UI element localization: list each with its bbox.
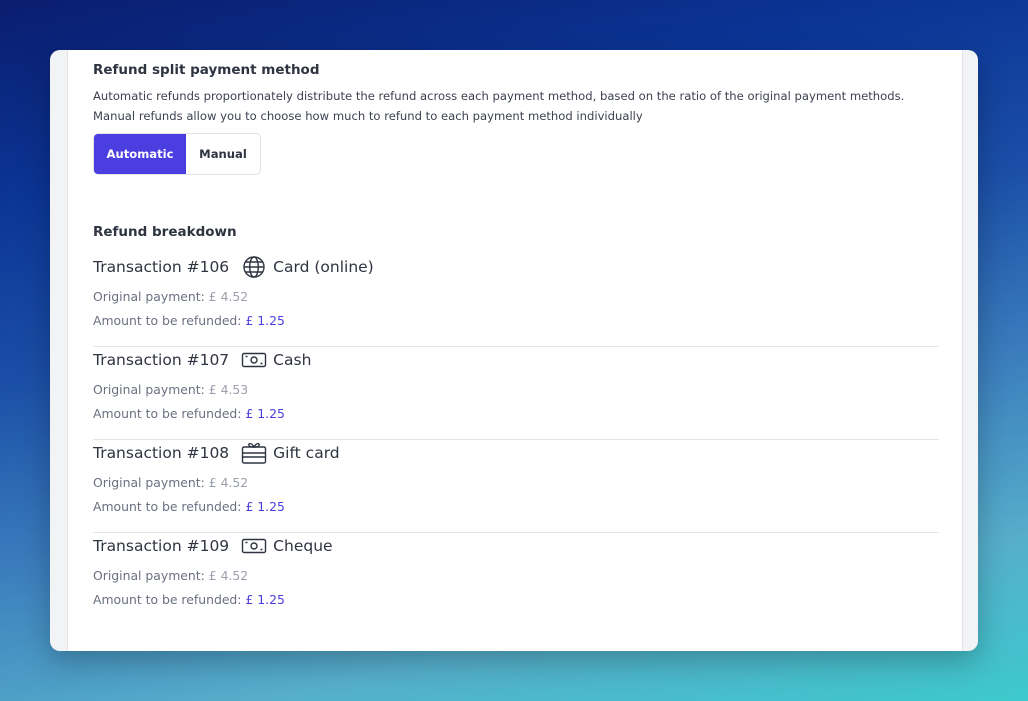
original-payment-line: Original payment: £ 4.52 [93, 289, 248, 304]
transaction-header: Transaction #107 Cash [93, 346, 311, 374]
refund-amount-value: £ 1.25 [245, 592, 285, 607]
transaction-header: Transaction #109 Cheque [93, 532, 333, 560]
refund-amount-value: £ 1.25 [245, 406, 285, 421]
original-payment-value: £ 4.52 [208, 568, 249, 583]
gift-card-icon [241, 440, 267, 466]
transaction-title: Transaction #109 [93, 537, 230, 555]
split-method-toggle: Automatic Manual [93, 133, 261, 175]
transaction-row: Transaction #108 Gift card Original paym… [93, 439, 939, 533]
transaction-row: Transaction #109 Cheque Original payment… [93, 532, 939, 625]
refund-amount-label: Amount to be refunded: [93, 313, 242, 328]
original-payment-line: Original payment: £ 4.52 [93, 568, 248, 583]
refund-amount-line: Amount to be refunded: £ 1.25 [93, 499, 285, 514]
original-payment-label: Original payment: [93, 382, 205, 397]
automatic-button[interactable]: Automatic [94, 134, 186, 174]
transaction-title: Transaction #107 [93, 351, 230, 369]
transaction-title: Transaction #106 [93, 258, 230, 276]
transaction-title: Transaction #108 [93, 444, 230, 462]
refund-amount-label: Amount to be refunded: [93, 499, 242, 514]
payment-method-label: Gift card [273, 444, 340, 462]
split-method-title: Refund split payment method [93, 62, 320, 78]
refund-amount-line: Amount to be refunded: £ 1.25 [93, 313, 285, 328]
original-payment-label: Original payment: [93, 568, 205, 583]
refund-amount-label: Amount to be refunded: [93, 406, 242, 421]
original-payment-line: Original payment: £ 4.52 [93, 475, 248, 490]
transaction-header: Transaction #106 Card (online) [93, 253, 374, 281]
refund-dialog: Refund split payment method Automatic re… [50, 50, 978, 651]
refund-panel: Refund split payment method Automatic re… [67, 50, 963, 651]
payment-method-label: Cash [273, 351, 312, 369]
refund-amount-value: £ 1.25 [245, 313, 285, 328]
globe-icon [241, 254, 267, 280]
cash-icon [241, 347, 267, 373]
manual-button[interactable]: Manual [186, 134, 260, 174]
original-payment-line: Original payment: £ 4.53 [93, 382, 248, 397]
original-payment-label: Original payment: [93, 289, 205, 304]
payment-method-label: Card (online) [273, 258, 374, 276]
refund-amount-line: Amount to be refunded: £ 1.25 [93, 592, 285, 607]
cheque-icon [241, 533, 267, 559]
transaction-row: Transaction #106 Card (online) Original … [93, 253, 939, 347]
refund-amount-label: Amount to be refunded: [93, 592, 242, 607]
original-payment-label: Original payment: [93, 475, 205, 490]
original-payment-value: £ 4.52 [208, 475, 249, 490]
refund-breakdown-title: Refund breakdown [93, 224, 237, 240]
original-payment-value: £ 4.53 [208, 382, 249, 397]
refund-amount-line: Amount to be refunded: £ 1.25 [93, 406, 285, 421]
original-payment-value: £ 4.52 [208, 289, 249, 304]
split-method-description: Automatic refunds proportionately distri… [93, 89, 905, 123]
transaction-header: Transaction #108 Gift card [93, 439, 340, 467]
transaction-row: Transaction #107 Cash Original payment: … [93, 346, 939, 440]
refund-amount-value: £ 1.25 [245, 499, 285, 514]
payment-method-label: Cheque [273, 537, 333, 555]
